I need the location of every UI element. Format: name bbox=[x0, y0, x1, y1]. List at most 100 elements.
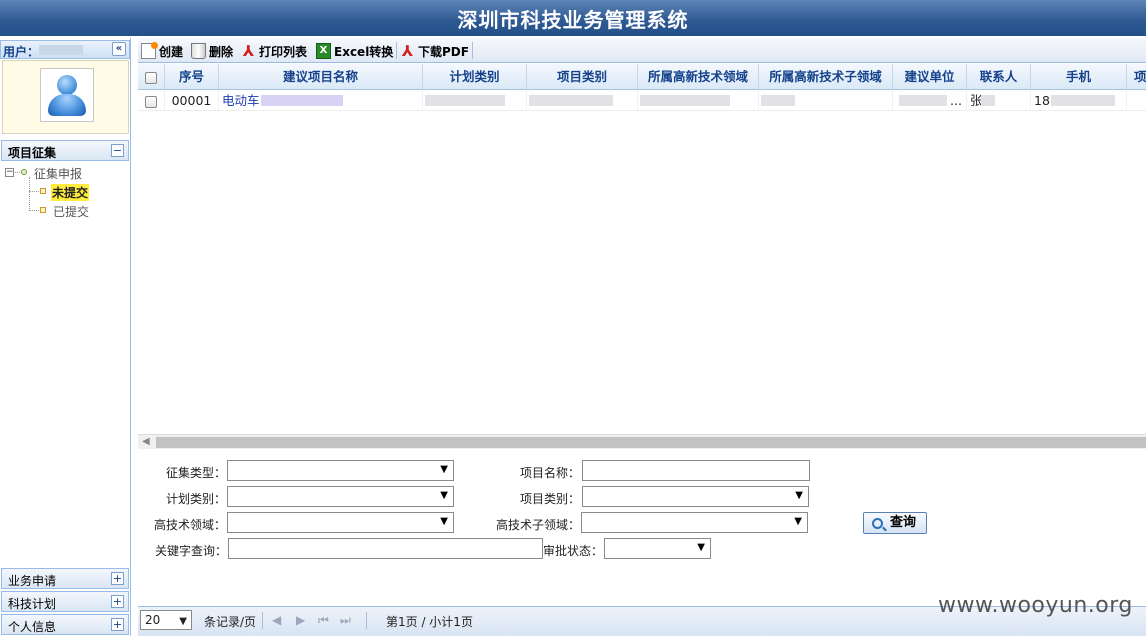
user-name-redacted bbox=[39, 45, 83, 55]
tree-node-submitted[interactable]: 已提交 bbox=[2, 201, 128, 220]
cell-tech-field bbox=[638, 90, 759, 111]
title-bar: 深圳市科技业务管理系统 bbox=[0, 0, 1146, 36]
delete-button[interactable]: 删除 bbox=[191, 41, 233, 61]
project-name-link[interactable]: 电动车 bbox=[222, 93, 260, 108]
search-icon bbox=[872, 518, 883, 529]
download-pdf-button-label: 下载PDF bbox=[418, 44, 469, 59]
dropdown-arrow-icon: ▼ bbox=[794, 516, 802, 527]
user-bar: 用户： « bbox=[0, 40, 130, 59]
panel-business-apply[interactable]: 业务申请 + bbox=[1, 568, 129, 589]
cell-project-name[interactable]: 电动车 bbox=[219, 90, 423, 111]
panel-expand-button[interactable]: + bbox=[111, 595, 124, 608]
query-button-label: 查询 bbox=[890, 515, 917, 530]
select-all-checkbox-cell[interactable] bbox=[138, 64, 165, 90]
new-document-icon bbox=[141, 42, 158, 59]
col-header-no[interactable]: 序号 bbox=[165, 64, 219, 90]
collapse-sidebar-button[interactable]: « bbox=[112, 42, 126, 56]
first-page-icon[interactable]: ◀ bbox=[272, 613, 281, 627]
tree-node-unsubmitted[interactable]: 未提交 bbox=[2, 182, 128, 201]
col-header-project-name[interactable]: 建议项目名称 bbox=[219, 64, 423, 90]
label-project-category: 项目类别： bbox=[519, 492, 580, 506]
records-per-page-label: 条记录/页 bbox=[204, 615, 257, 629]
row-checkbox[interactable] bbox=[145, 95, 157, 108]
redacted-text bbox=[261, 95, 343, 106]
select-tech-subfield[interactable]: ▼ bbox=[581, 512, 808, 533]
panel-expand-button[interactable]: + bbox=[111, 572, 124, 585]
scrollbar-thumb[interactable] bbox=[156, 437, 1146, 448]
prev-page-icon[interactable]: ▶ bbox=[296, 613, 305, 627]
grid-header: 序号 建议项目名称 计划类别 项目类别 所属高新技术领域 所属高新技术子领域 建… bbox=[138, 64, 1146, 90]
tree-item-submitted: 已提交 bbox=[53, 205, 90, 219]
label-collect-type: 征集类型： bbox=[165, 466, 226, 480]
cell-contact: 张 bbox=[967, 90, 1031, 111]
select-approval-status[interactable]: ▼ bbox=[604, 538, 711, 559]
select-collect-type[interactable]: ▼ bbox=[227, 460, 454, 481]
tree-toggle-icon[interactable]: − bbox=[5, 168, 14, 177]
dropdown-arrow-icon: ▼ bbox=[440, 464, 448, 475]
page-size-select[interactable]: 20 ▼ bbox=[140, 610, 192, 630]
row-checkbox-cell[interactable] bbox=[138, 90, 165, 111]
col-header-unit[interactable]: 建议单位 bbox=[893, 64, 967, 90]
excel-export-button[interactable]: X Excel转换 bbox=[316, 41, 393, 61]
select-tech-field[interactable]: ▼ bbox=[227, 512, 454, 533]
user-avatar-panel bbox=[2, 60, 129, 134]
user-icon-head bbox=[57, 75, 77, 95]
col-header-project-category[interactable]: 项目类别 bbox=[527, 64, 638, 90]
table-row[interactable]: 00001 电动车 ... 张 18 bbox=[138, 90, 1146, 111]
dropdown-arrow-icon: ▼ bbox=[179, 616, 187, 627]
cell-more bbox=[1127, 90, 1146, 111]
tree-node-root[interactable]: − 征集申报 bbox=[2, 163, 128, 182]
panel-tech-plan[interactable]: 科技计划 + bbox=[1, 591, 129, 612]
col-header-tech-field[interactable]: 所属高新技术领域 bbox=[638, 64, 759, 90]
col-header-contact[interactable]: 联系人 bbox=[967, 64, 1031, 90]
pdf-icon: ⅄ bbox=[401, 42, 414, 60]
search-form: 征集类型： ▼ 项目名称： 计划类别： ▼ 项目类别： ▼ 高技术领域： ▼ 高… bbox=[138, 449, 1146, 605]
app-window: 深圳市科技业务管理系统 用户： « 项目征集 − − 征集申报 未提交 已提交 … bbox=[0, 0, 1146, 636]
panel-collapse-button[interactable]: − bbox=[111, 144, 124, 157]
dropdown-arrow-icon: ▼ bbox=[697, 542, 705, 553]
grid-body: 00001 电动车 ... 张 18 bbox=[138, 90, 1146, 434]
col-header-tech-subfield[interactable]: 所属高新技术子领域 bbox=[759, 64, 893, 90]
query-button[interactable]: 查询 bbox=[863, 512, 927, 534]
col-header-phone[interactable]: 手机 bbox=[1031, 64, 1127, 90]
cell-tech-subfield bbox=[759, 90, 893, 111]
scroll-left-icon[interactable]: ◀ bbox=[142, 436, 150, 447]
phone-text: 18 bbox=[1034, 93, 1050, 108]
watermark-text: www.wooyun.org bbox=[938, 593, 1133, 618]
folder-icon bbox=[21, 169, 27, 175]
sidebar: 用户： « 项目征集 − − 征集申报 未提交 已提交 业务申请 + 科技计划 … bbox=[0, 38, 131, 636]
pdf-icon: ⅄ bbox=[242, 42, 255, 60]
pager-divider bbox=[262, 612, 263, 629]
label-plan-category: 计划类别： bbox=[165, 492, 226, 506]
dropdown-arrow-icon: ▼ bbox=[440, 490, 448, 501]
label-approval-status: 审批状态： bbox=[543, 544, 604, 558]
panel-personal-info[interactable]: 个人信息 + bbox=[1, 614, 129, 635]
col-header-plan-category[interactable]: 计划类别 bbox=[423, 64, 527, 90]
pager-divider bbox=[366, 612, 367, 629]
file-icon bbox=[40, 207, 46, 213]
next-page-icon[interactable]: ⏮ bbox=[318, 613, 329, 628]
input-keyword[interactable] bbox=[228, 538, 543, 559]
input-project-name[interactable] bbox=[582, 460, 810, 481]
last-page-icon[interactable]: ⏭ bbox=[340, 613, 351, 628]
create-button[interactable]: 创建 bbox=[141, 41, 183, 61]
panel-expand-button[interactable]: + bbox=[111, 618, 124, 631]
select-project-category[interactable]: ▼ bbox=[582, 486, 809, 507]
toolbar-divider bbox=[472, 42, 473, 59]
panel-personal-info-title: 个人信息 bbox=[8, 620, 57, 634]
print-list-button[interactable]: ⅄ 打印列表 bbox=[241, 41, 307, 61]
download-pdf-button[interactable]: ⅄ 下载PDF bbox=[400, 41, 469, 61]
dropdown-arrow-icon: ▼ bbox=[440, 516, 448, 527]
col-header-more[interactable]: 项 bbox=[1127, 64, 1146, 90]
horizontal-scrollbar[interactable]: ◀ bbox=[138, 434, 1146, 449]
redacted-text bbox=[899, 95, 947, 106]
cell-no: 00001 bbox=[165, 90, 219, 111]
project-tree: − 征集申报 未提交 已提交 bbox=[2, 163, 128, 220]
panel-project-collect[interactable]: 项目征集 − bbox=[1, 140, 129, 161]
select-plan-category[interactable]: ▼ bbox=[227, 486, 454, 507]
redacted-text bbox=[640, 95, 730, 106]
cell-unit: ... bbox=[893, 90, 967, 111]
select-all-checkbox[interactable] bbox=[145, 71, 157, 84]
label-tech-field: 高技术领域： bbox=[153, 518, 226, 532]
create-button-label: 创建 bbox=[159, 44, 184, 59]
